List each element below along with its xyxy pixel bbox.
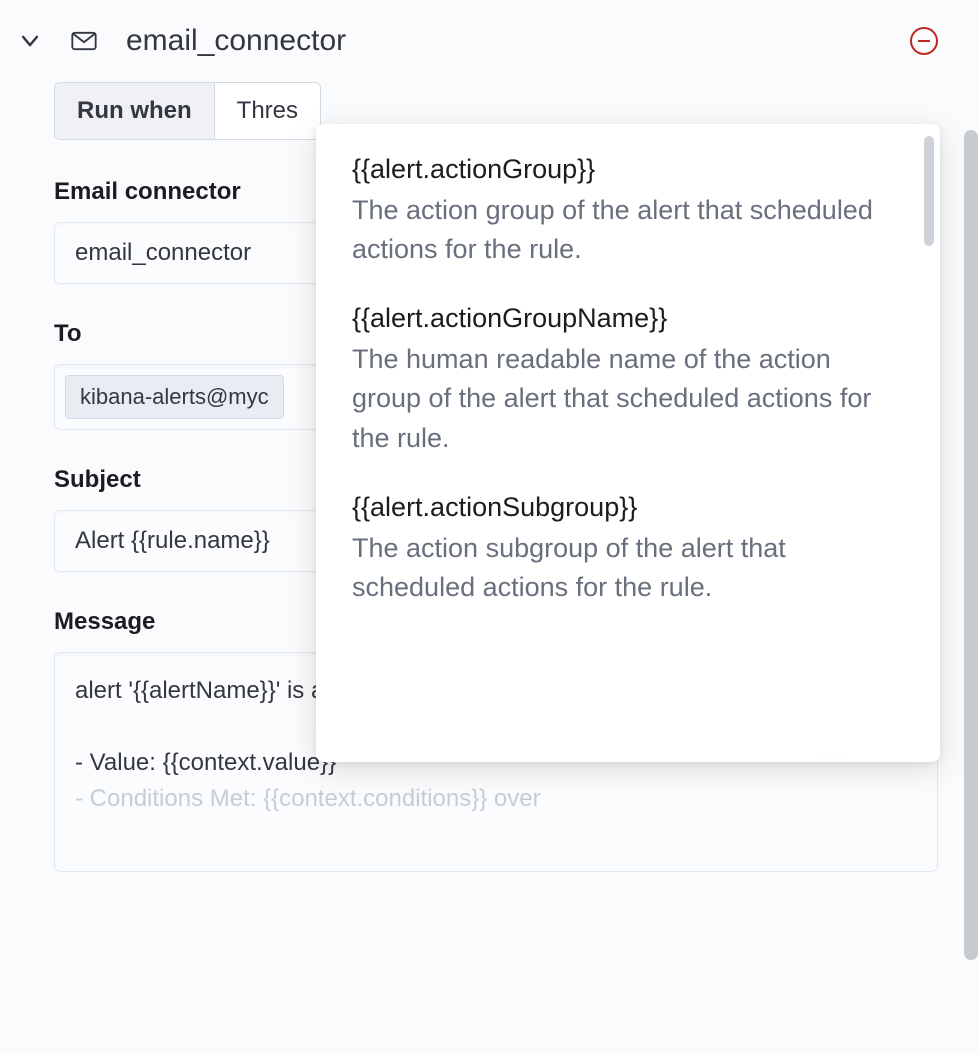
popover-scrollbar[interactable] xyxy=(924,136,934,246)
popover-arrow xyxy=(818,760,846,762)
run-when-tabs: Run when Thres xyxy=(54,82,321,140)
email-icon xyxy=(70,27,98,55)
message-truncated-line: - Conditions Met: {{context.conditions}}… xyxy=(75,785,541,812)
variable-name: {{alert.actionSubgroup}} xyxy=(352,492,904,523)
variable-name: {{alert.actionGroup}} xyxy=(352,154,904,185)
variable-description: The human readable name of the action gr… xyxy=(352,340,904,457)
variable-suggestion-item[interactable]: {{alert.actionGroupName}} The human read… xyxy=(352,303,904,457)
connector-title: email_connector xyxy=(126,24,882,58)
expand-toggle[interactable] xyxy=(18,29,42,53)
remove-connector-button[interactable] xyxy=(910,27,938,55)
bottom-fade xyxy=(0,1014,978,1054)
tab-threshold[interactable]: Thres xyxy=(215,83,320,139)
variable-suggestions-popover: {{alert.actionGroup}} The action group o… xyxy=(316,124,940,762)
variable-suggestion-item[interactable]: {{alert.actionSubgroup}} The action subg… xyxy=(352,492,904,607)
message-field-label: Message xyxy=(54,608,155,636)
variable-suggestion-item[interactable]: {{alert.actionGroup}} The action group o… xyxy=(352,154,904,269)
to-recipient-chip[interactable]: kibana-alerts@myc xyxy=(65,375,284,419)
variable-name: {{alert.actionGroupName}} xyxy=(352,303,904,334)
variable-description: The action group of the alert that sched… xyxy=(352,191,904,269)
variable-description: The action subgroup of the alert that sc… xyxy=(352,529,904,607)
connector-header: email_connector xyxy=(18,12,938,82)
panel-scrollbar[interactable] xyxy=(964,130,978,960)
tab-run-when[interactable]: Run when xyxy=(55,83,215,139)
